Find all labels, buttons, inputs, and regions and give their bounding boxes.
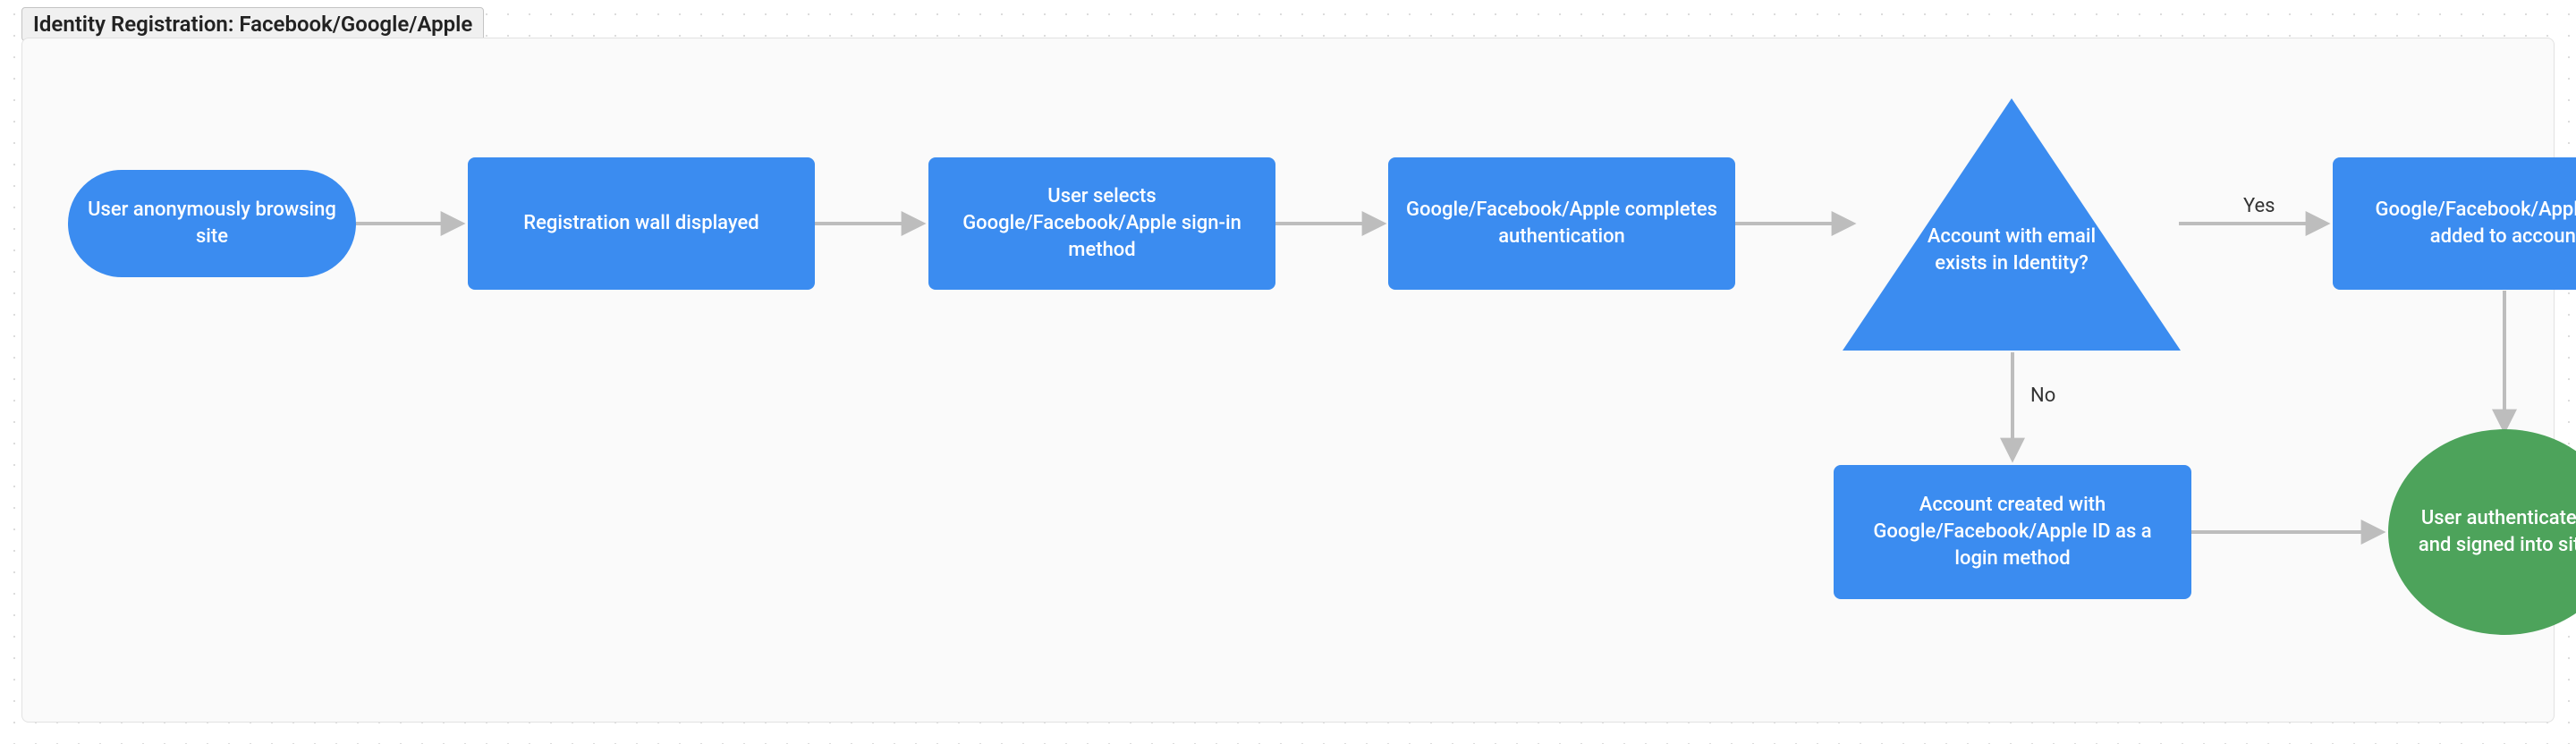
diagram-canvas[interactable]: Identity Registration: Facebook/Google/A…: [0, 0, 2576, 744]
node-select-provider[interactable]: User selects Google/Facebook/Apple sign-…: [928, 157, 1275, 290]
node-decision-account-exists[interactable]: Account with email exists in Identity?: [1843, 98, 2181, 351]
edges-layer: [0, 0, 2576, 744]
node-registration-wall[interactable]: Registration wall displayed: [468, 157, 815, 290]
node-account-created[interactable]: Account created with Google/Facebook/App…: [1834, 465, 2191, 599]
node-start[interactable]: User anonymously browsing site: [68, 170, 356, 277]
edge-label-yes: Yes: [2243, 195, 2275, 217]
node-auth-complete[interactable]: Google/Facebook/Apple completes authenti…: [1388, 157, 1735, 290]
edge-label-no: No: [2030, 385, 2055, 407]
node-decision-text: Account with email exists in Identity?: [1922, 224, 2101, 276]
node-login-added[interactable]: Google/Facebook/Apple login added to acc…: [2333, 157, 2576, 290]
